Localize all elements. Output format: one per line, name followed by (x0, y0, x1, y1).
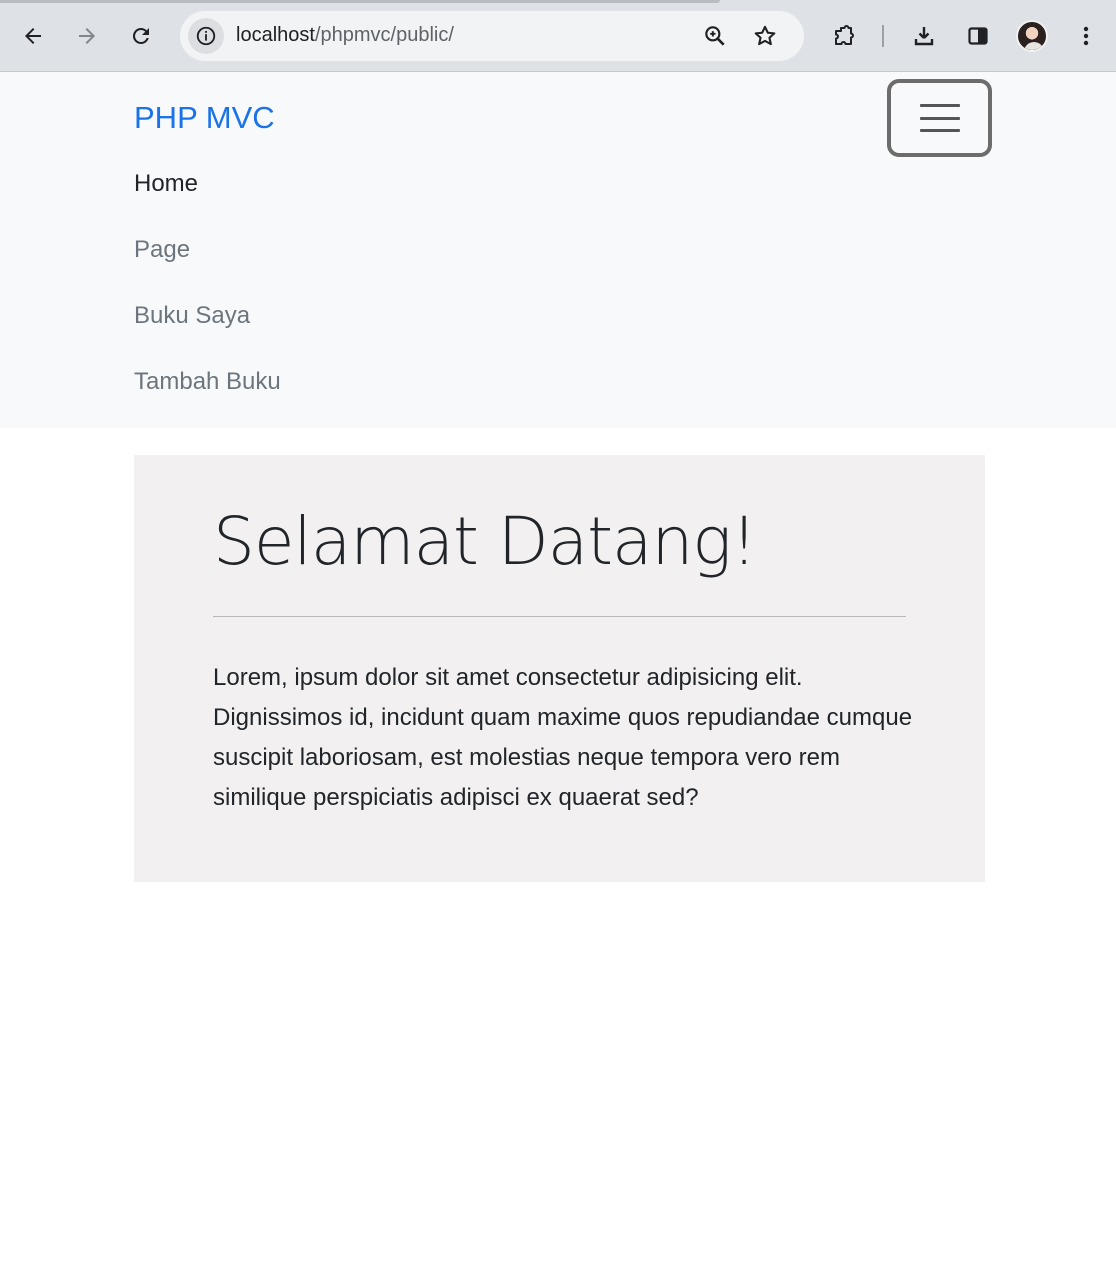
nav-item-buku-saya[interactable]: Buku Saya (134, 302, 250, 330)
nav-item-page[interactable]: Page (134, 236, 190, 264)
url-host: localhost (236, 24, 315, 46)
toolbar-divider (882, 25, 884, 47)
navbar-brand[interactable]: PHP MVC (134, 100, 275, 136)
site-info-button[interactable] (188, 18, 224, 54)
reload-button[interactable] (123, 18, 159, 54)
navbar-toggler-button[interactable] (887, 79, 992, 157)
zoom-icon (705, 26, 725, 46)
jumbotron-text: Lorem, ipsum dolor sit amet consectetur … (213, 664, 913, 811)
forward-icon (79, 28, 95, 44)
nav-item-tambah-buku[interactable]: Tambah Buku (134, 368, 281, 396)
jumbotron-divider (213, 616, 906, 617)
address-bar[interactable]: localhost/phpmvc/public/ (180, 11, 804, 61)
profile-avatar[interactable] (1016, 20, 1048, 52)
tab-strip-edge (0, 0, 1116, 3)
extensions-icon (835, 25, 854, 45)
site-info-icon (196, 26, 216, 46)
extensions-button[interactable] (826, 18, 862, 54)
download-icon (914, 27, 934, 46)
back-icon (25, 28, 41, 44)
browser-toolbar: localhost/phpmvc/public/ (0, 0, 1116, 72)
url-path: /phpmvc/public/ (314, 24, 454, 46)
downloads-button[interactable] (906, 18, 942, 54)
menu-kebab-icon (1083, 26, 1089, 46)
reload-icon (132, 27, 149, 44)
navbar: PHP MVC Home Page Buku Saya Tambah Buku (0, 72, 1116, 428)
hamburger-icon (919, 104, 960, 132)
back-button[interactable] (15, 18, 51, 54)
url-text[interactable]: localhost/phpmvc/public/ (236, 24, 454, 47)
jumbotron-title: Selamat Datang! (213, 503, 757, 580)
forward-button[interactable] (69, 18, 105, 54)
browser-menu-button[interactable] (1068, 18, 1104, 54)
jumbotron: Selamat Datang! Lorem, ipsum dolor sit a… (134, 455, 985, 882)
side-panel-icon (968, 27, 988, 45)
bookmark-star-icon (754, 25, 776, 46)
zoom-button[interactable] (702, 23, 728, 53)
nav-item-home[interactable]: Home (134, 170, 198, 198)
side-panel-button[interactable] (960, 18, 996, 54)
bookmark-button[interactable] (752, 23, 778, 53)
